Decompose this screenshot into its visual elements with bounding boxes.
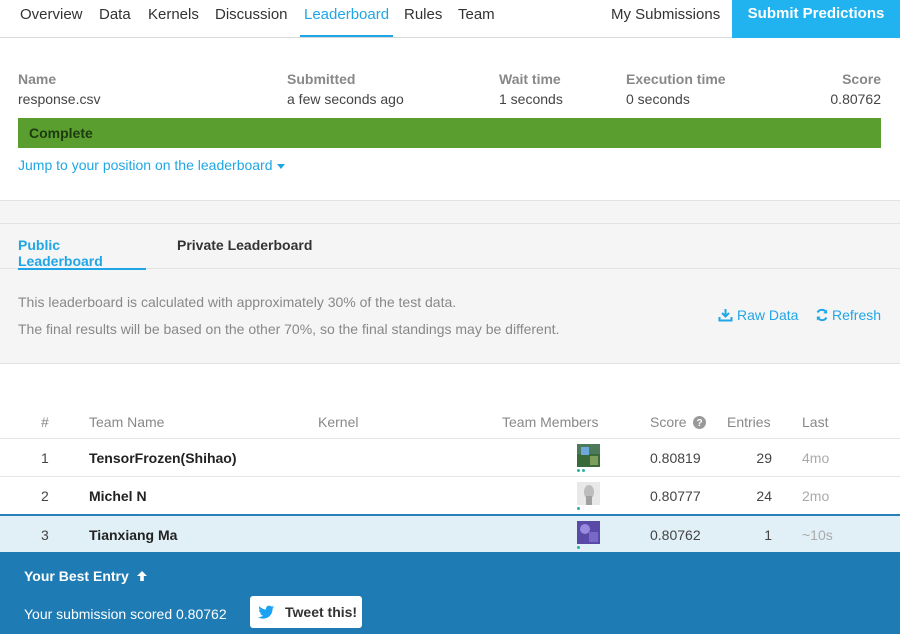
table-row[interactable]: 2 Michel N 0.80777 24 2mo <box>0 476 900 514</box>
member-dot <box>577 507 580 510</box>
submitted-value: a few seconds ago <box>287 91 404 107</box>
table-row[interactable]: 1 TensorFrozen(Shihao) 0.80819 29 4mo <box>0 438 900 476</box>
name-header: Name <box>18 71 57 87</box>
tab-leaderboard[interactable]: Leaderboard <box>300 6 394 37</box>
best-entry-label: Your Best Entry <box>24 568 129 584</box>
tab-overview[interactable]: Overview <box>20 6 83 37</box>
col-last: Last <box>802 414 829 430</box>
jump-link-label: Jump to your position on the leaderboard <box>18 157 273 173</box>
top-nav: Overview Data Kernels Discussion Leaderb… <box>0 0 900 38</box>
score: 0.80819 <box>650 450 701 466</box>
best-entry-banner: Your Best Entry Your submission scored 0… <box>0 552 900 634</box>
my-submissions-link[interactable]: My Submissions <box>611 6 720 23</box>
score: 0.80762 <box>650 527 701 543</box>
status-label: Complete <box>29 125 93 141</box>
refresh-label: Refresh <box>832 307 882 323</box>
col-kernel: Kernel <box>318 414 359 430</box>
tab-public-leaderboard[interactable]: Public Leaderboard <box>18 237 146 270</box>
team-name[interactable]: TensorFrozen(Shihao) <box>89 450 237 466</box>
rank: 3 <box>41 527 49 543</box>
score-header: Score <box>842 71 881 87</box>
col-score-label: Score <box>650 414 687 430</box>
submit-predictions-button[interactable]: Submit Predictions <box>732 0 900 38</box>
arrow-up-icon <box>136 571 147 581</box>
best-entry-title: Your Best Entry <box>24 568 148 584</box>
team-name[interactable]: Tianxiang Ma <box>89 527 177 543</box>
member-dot <box>577 469 580 472</box>
refresh-button[interactable]: Refresh <box>815 307 881 323</box>
help-icon[interactable]: ? <box>693 416 707 429</box>
team-name[interactable]: Michel N <box>89 488 147 504</box>
caret-down-icon <box>276 163 285 169</box>
member-dot <box>582 469 585 472</box>
tab-discussion[interactable]: Discussion <box>215 6 288 37</box>
entries: 24 <box>756 488 772 504</box>
entries: 1 <box>764 527 772 543</box>
avatar[interactable] <box>577 444 600 467</box>
entries: 29 <box>756 450 772 466</box>
tab-rules[interactable]: Rules <box>404 6 442 37</box>
file-name: response.csv <box>18 91 101 107</box>
col-team-members: Team Members <box>502 414 599 430</box>
wait-value: 1 seconds <box>499 91 563 107</box>
avatar[interactable] <box>577 482 600 505</box>
tweet-button[interactable]: Tweet this! <box>250 596 362 628</box>
jump-to-position-link[interactable]: Jump to your position on the leaderboard <box>18 157 285 173</box>
last: 2mo <box>802 488 830 504</box>
rank: 2 <box>41 488 49 504</box>
download-icon <box>718 309 733 322</box>
tab-data[interactable]: Data <box>99 6 131 37</box>
col-rank: # <box>41 414 49 430</box>
col-entries: Entries <box>727 414 771 430</box>
submission-summary: Name response.csv Submitted a few second… <box>0 47 900 197</box>
refresh-icon <box>816 308 828 322</box>
leaderboard-note-2: The final results will be based on the o… <box>18 321 560 337</box>
wait-header: Wait time <box>499 71 561 87</box>
leaderboard-note-1: This leaderboard is calculated with appr… <box>18 294 457 310</box>
rank: 1 <box>41 450 49 466</box>
twitter-icon <box>258 605 274 619</box>
tab-team[interactable]: Team <box>458 6 495 37</box>
svg-text:?: ? <box>697 418 703 429</box>
col-score: Score ? <box>650 414 707 430</box>
score: 0.80777 <box>650 488 701 504</box>
score-value: 0.80762 <box>830 91 881 107</box>
col-team-name[interactable]: Team Name <box>89 414 164 430</box>
leaderboard-header: Public Leaderboard Private Leaderboard T… <box>0 200 900 364</box>
leaderboard-tabs: Public Leaderboard Private Leaderboard <box>0 223 900 270</box>
submission-score-text: Your submission scored 0.80762 <box>24 606 227 622</box>
tab-kernels[interactable]: Kernels <box>148 6 199 37</box>
member-dot <box>577 546 580 549</box>
execution-header: Execution time <box>626 71 726 87</box>
execution-value: 0 seconds <box>626 91 690 107</box>
raw-data-label: Raw Data <box>737 307 799 323</box>
table-row-current-user[interactable]: 3 Tianxiang Ma 0.80762 1 ~10s <box>0 514 900 552</box>
status-bar: Complete <box>18 118 881 148</box>
last: 4mo <box>802 450 830 466</box>
last: ~10s <box>802 527 833 543</box>
raw-data-link[interactable]: Raw Data <box>718 307 798 323</box>
submitted-header: Submitted <box>287 71 356 87</box>
avatar[interactable] <box>577 521 600 544</box>
tab-private-leaderboard[interactable]: Private Leaderboard <box>177 237 312 270</box>
tweet-label: Tweet this! <box>285 604 358 620</box>
